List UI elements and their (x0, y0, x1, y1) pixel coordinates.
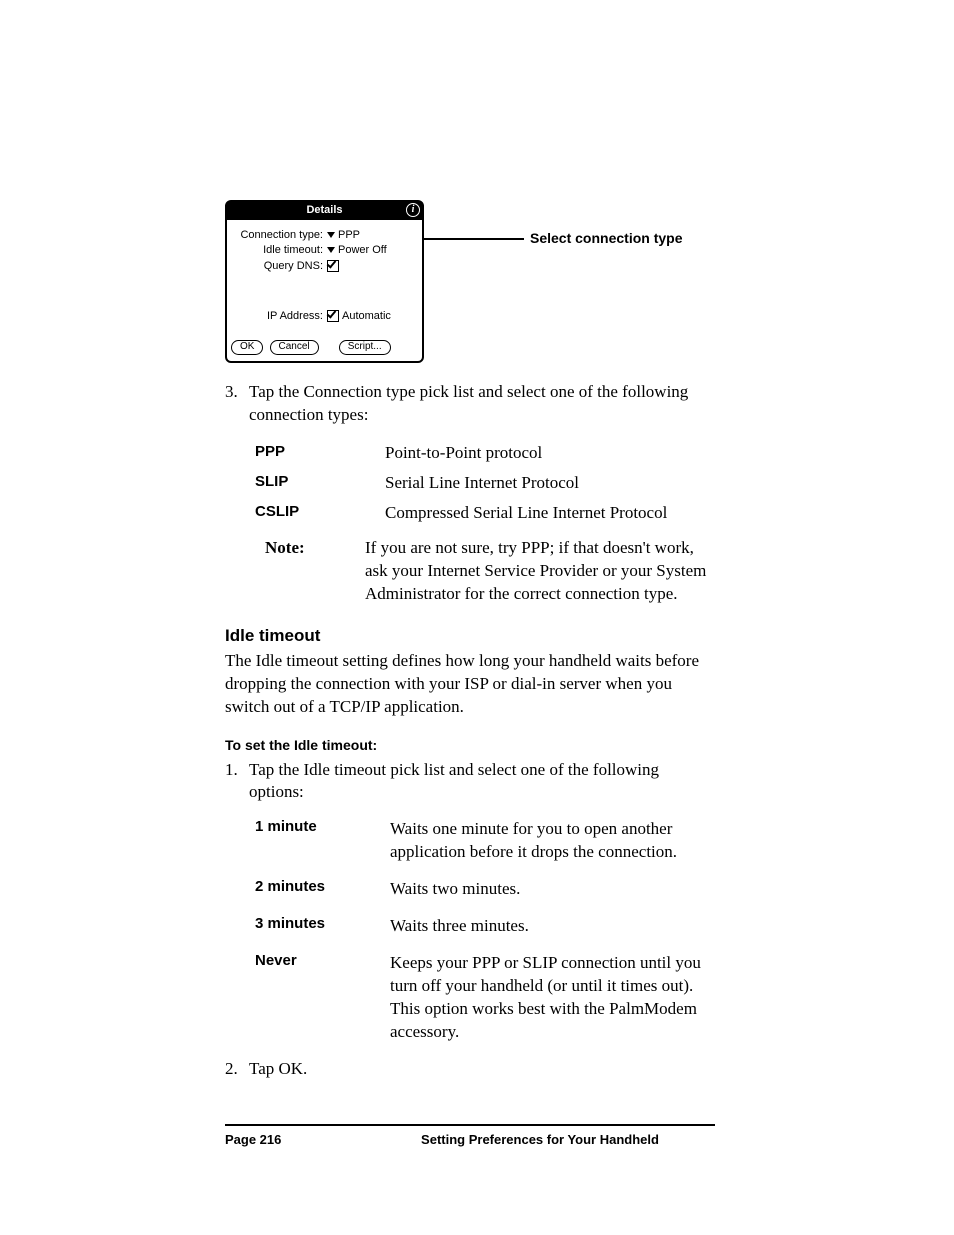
step-number: 3. (225, 381, 249, 427)
protocol-row: SLIP Serial Line Internet Protocol (225, 473, 715, 493)
ip-address-label: IP Address: (231, 311, 327, 322)
ip-address-value[interactable]: Automatic (327, 310, 391, 322)
note-block: Note: If you are not sure, try PPP; if t… (225, 537, 715, 606)
timeout-option-row: 1 minute Waits one minute for you to ope… (225, 818, 715, 864)
protocol-desc: Point-to-Point protocol (385, 443, 715, 463)
idle-timeout-picklist[interactable]: Power Off (327, 245, 387, 256)
page-number: Page 216 (225, 1132, 365, 1147)
option-desc: Waits two minutes. (390, 878, 715, 901)
protocol-row: CSLIP Compressed Serial Line Internet Pr… (225, 503, 715, 523)
details-dialog: Details i Connection type: PPP Idle time… (225, 200, 424, 363)
protocol-label: PPP (225, 443, 385, 463)
step-text: Tap OK. (249, 1058, 715, 1081)
timeout-options-list: 1 minute Waits one minute for you to ope… (225, 818, 715, 1044)
step-3: 3. Tap the Connection type pick list and… (225, 381, 715, 427)
script-button[interactable]: Script... (339, 340, 391, 355)
set-idle-heading: To set the Idle timeout: (225, 737, 715, 753)
protocol-desc: Compressed Serial Line Internet Protocol (385, 503, 715, 523)
option-desc: Waits three minutes. (390, 915, 715, 938)
query-dns-checkbox[interactable] (327, 260, 339, 272)
protocol-row: PPP Point-to-Point protocol (225, 443, 715, 463)
info-icon[interactable]: i (406, 203, 420, 217)
note-label: Note: (225, 537, 365, 606)
chapter-title: Setting Preferences for Your Handheld (365, 1132, 715, 1147)
option-label: 1 minute (225, 818, 390, 835)
callout-line (424, 238, 524, 240)
connection-type-label: Connection type: (231, 230, 327, 241)
option-desc: Waits one minute for you to open another… (390, 818, 715, 864)
dropdown-icon (327, 232, 335, 238)
details-dialog-figure: Details i Connection type: PPP Idle time… (225, 200, 715, 363)
dialog-title-bar: Details i (227, 202, 422, 220)
option-desc: Keeps your PPP or SLIP connection until … (390, 952, 715, 1044)
step-number: 1. (225, 759, 249, 805)
timeout-option-row: 2 minutes Waits two minutes. (225, 878, 715, 901)
idle-timeout-paragraph: The Idle timeout setting defines how lon… (225, 650, 715, 719)
protocol-list: PPP Point-to-Point protocol SLIP Serial … (225, 443, 715, 523)
callout-text: Select connection type (530, 230, 682, 246)
step-number: 2. (225, 1058, 249, 1081)
option-label: 3 minutes (225, 915, 390, 932)
option-label: 2 minutes (225, 878, 390, 895)
note-text: If you are not sure, try PPP; if that do… (365, 537, 715, 606)
step-1: 1. Tap the Idle timeout pick list and se… (225, 759, 715, 805)
page-footer: Page 216 Setting Preferences for Your Ha… (225, 1124, 715, 1147)
cancel-button[interactable]: Cancel (270, 340, 319, 355)
idle-timeout-label: Idle timeout: (231, 245, 327, 256)
idle-timeout-heading: Idle timeout (225, 626, 715, 646)
step-text: Tap the Idle timeout pick list and selec… (249, 759, 715, 805)
connection-type-picklist[interactable]: PPP (327, 230, 360, 241)
step-2: 2. Tap OK. (225, 1058, 715, 1081)
query-dns-label: Query DNS: (231, 261, 327, 272)
dialog-title: Details (306, 204, 342, 216)
timeout-option-row: 3 minutes Waits three minutes. (225, 915, 715, 938)
timeout-option-row: Never Keeps your PPP or SLIP connection … (225, 952, 715, 1044)
ok-button[interactable]: OK (231, 340, 263, 355)
protocol-desc: Serial Line Internet Protocol (385, 473, 715, 493)
ip-auto-checkbox[interactable] (327, 310, 339, 322)
step-text: Tap the Connection type pick list and se… (249, 381, 715, 427)
dropdown-icon (327, 247, 335, 253)
option-label: Never (225, 952, 390, 969)
protocol-label: CSLIP (225, 503, 385, 523)
protocol-label: SLIP (225, 473, 385, 493)
